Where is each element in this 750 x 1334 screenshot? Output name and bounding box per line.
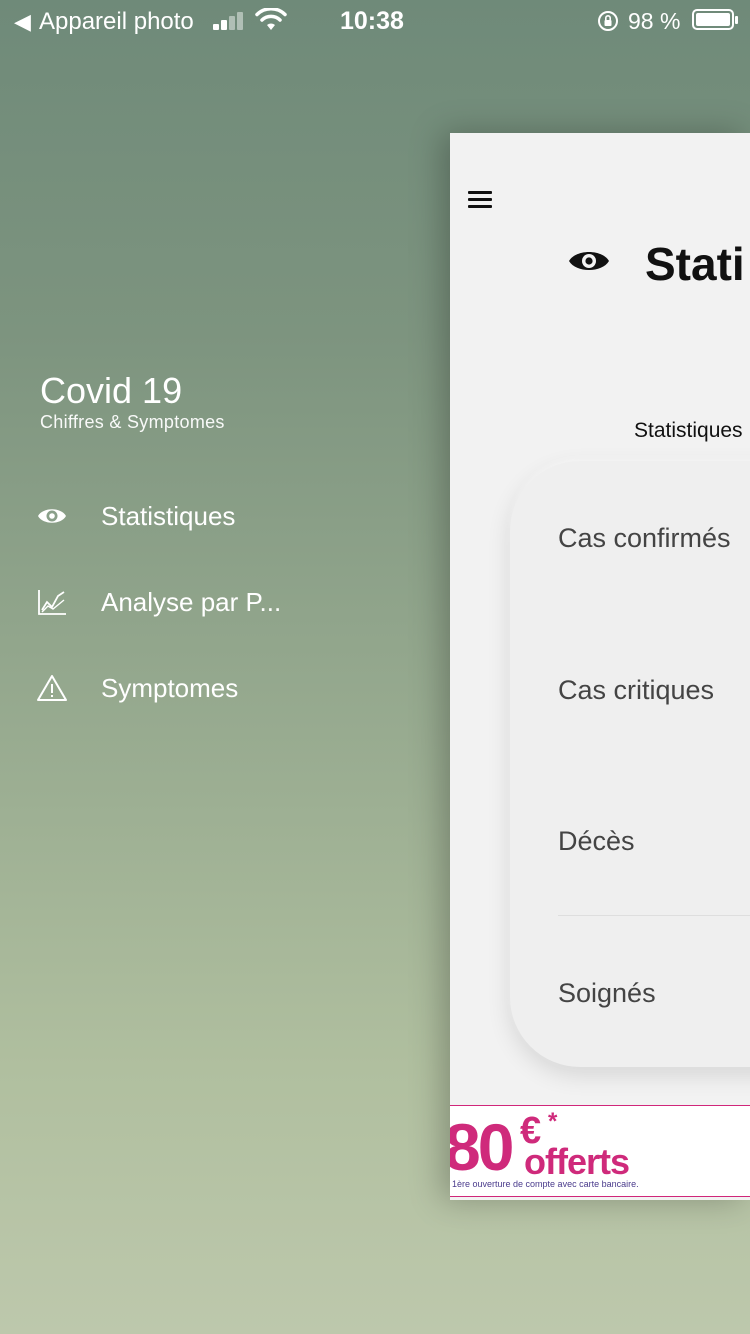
main-panel[interactable]: Stati Statistiques Cas confirmés Cas cri… <box>450 133 750 1200</box>
back-app-label[interactable]: Appareil photo <box>39 8 194 36</box>
clock: 10:38 <box>340 7 404 35</box>
menu-icon[interactable] <box>468 190 494 210</box>
menu-item-label: Analyse par P... <box>101 586 282 617</box>
menu-item-label: Symptomes <box>101 672 239 703</box>
eye-icon <box>36 500 68 532</box>
status-bar: ◀ Appareil photo 10:38 98 % <box>0 0 750 42</box>
battery-icon <box>692 9 738 30</box>
stat-row-critiques[interactable]: Cas critiques <box>558 675 714 706</box>
battery-percent: 98 % <box>628 8 681 34</box>
divider <box>558 915 750 916</box>
stat-row-deces[interactable]: Décès <box>558 826 635 857</box>
page-title: Stati <box>645 238 745 290</box>
menu-item-statistiques[interactable]: Statistiques <box>36 492 366 540</box>
menu-item-label: Statistiques <box>101 500 236 531</box>
chart-icon <box>36 586 68 618</box>
section-label: Statistiques <box>634 419 743 442</box>
rotation-lock-icon <box>598 11 618 31</box>
wifi-icon <box>255 8 287 30</box>
ad-offer: offerts <box>524 1141 630 1182</box>
signal-icon <box>213 12 247 30</box>
stats-card: Cas confirmés Cas critiques Décès Soigné… <box>510 461 750 1067</box>
warning-icon <box>36 672 68 704</box>
ad-amount: 80 <box>450 1110 514 1184</box>
ad-star: * <box>548 1108 558 1135</box>
drawer-subtitle: Chiffres & Symptomes <box>40 412 225 432</box>
stat-row-confirmes[interactable]: Cas confirmés <box>558 523 731 554</box>
back-arrow-icon[interactable]: ◀ <box>14 9 31 35</box>
menu-item-symptomes[interactable]: Symptomes <box>36 664 366 712</box>
stat-row-soignes[interactable]: Soignés <box>558 978 656 1009</box>
ad-fine-print: 1ère ouverture de compte avec carte banc… <box>452 1179 639 1189</box>
eye-icon <box>569 252 609 270</box>
menu-item-analyse[interactable]: Analyse par P... <box>36 578 366 626</box>
ad-banner[interactable]: 80 € * offerts 1ère ouverture de compte … <box>450 1105 750 1197</box>
drawer-title: Covid 19 <box>40 370 183 411</box>
